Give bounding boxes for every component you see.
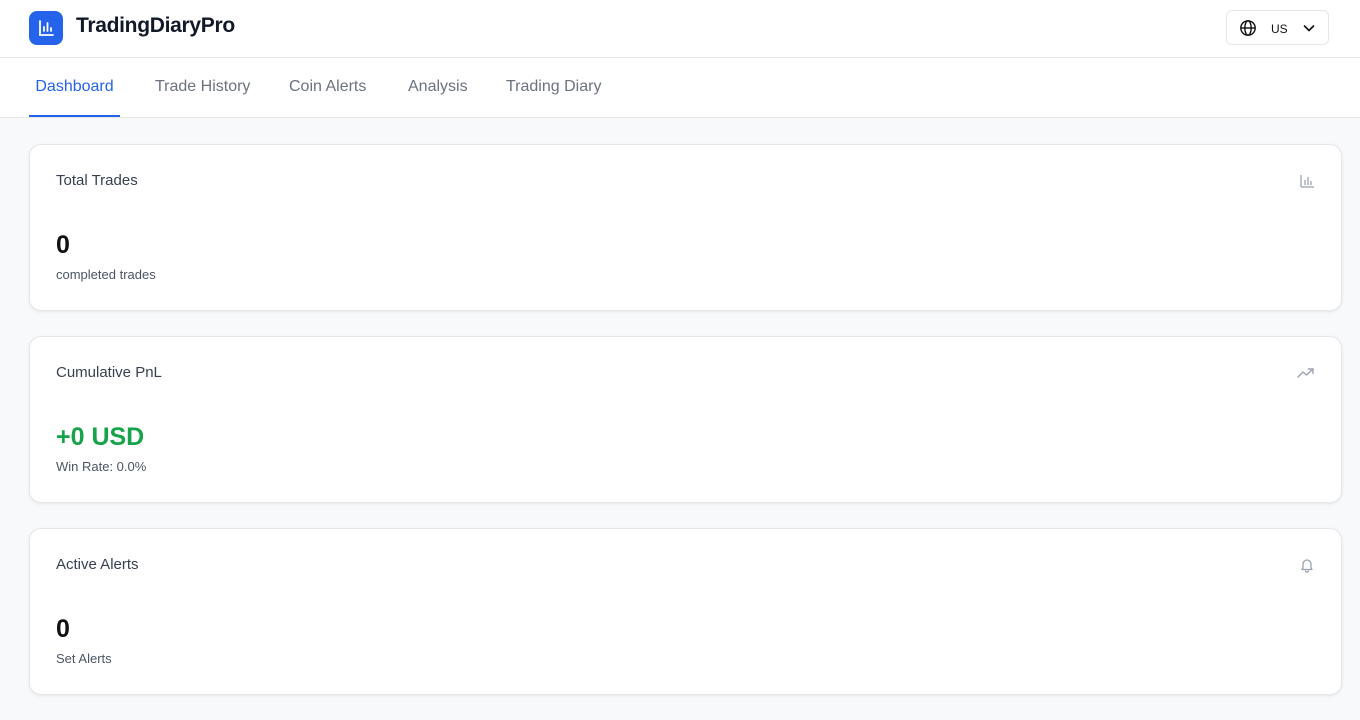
bar-chart-icon: [39, 20, 54, 36]
win-rate-text: Win Rate: 0.0%: [56, 459, 147, 474]
tab-trade-history[interactable]: Trade History: [155, 58, 250, 117]
globe-icon: [1240, 20, 1256, 36]
language-label: US: [1271, 22, 1288, 36]
cumulative-pnl-value: +0 USD: [56, 423, 145, 451]
total-trades-value: 0: [56, 231, 70, 259]
active-alerts-subtitle: Set Alerts: [56, 651, 112, 666]
app-logo[interactable]: [29, 11, 63, 45]
total-trades-card: Total Trades 0 completed trades: [29, 144, 1342, 311]
app-header: TradingDiaryPro US: [0, 0, 1360, 58]
tab-analysis[interactable]: Analysis: [408, 58, 468, 117]
bell-icon: [1301, 559, 1313, 573]
card-title: Active Alerts: [56, 556, 139, 573]
tab-trading-diary[interactable]: Trading Diary: [506, 58, 601, 117]
app-title: TradingDiaryPro: [76, 14, 235, 37]
trending-up-icon: [1297, 368, 1314, 378]
tab-dashboard[interactable]: Dashboard: [29, 58, 120, 117]
chevron-down-icon: [1303, 25, 1315, 32]
main-tabs: Dashboard Trade History Coin Alerts Anal…: [0, 58, 1360, 118]
bar-chart-icon: [1300, 175, 1314, 188]
total-trades-subtitle: completed trades: [56, 267, 156, 282]
cumulative-pnl-card: Cumulative PnL +0 USD Win Rate: 0.0%: [29, 336, 1342, 503]
card-title: Cumulative PnL: [56, 364, 162, 381]
active-alerts-value: 0: [56, 615, 70, 643]
card-title: Total Trades: [56, 172, 138, 189]
active-alerts-card: Active Alerts 0 Set Alerts: [29, 528, 1342, 695]
tab-coin-alerts[interactable]: Coin Alerts: [289, 58, 366, 117]
language-selector[interactable]: US: [1226, 10, 1329, 45]
